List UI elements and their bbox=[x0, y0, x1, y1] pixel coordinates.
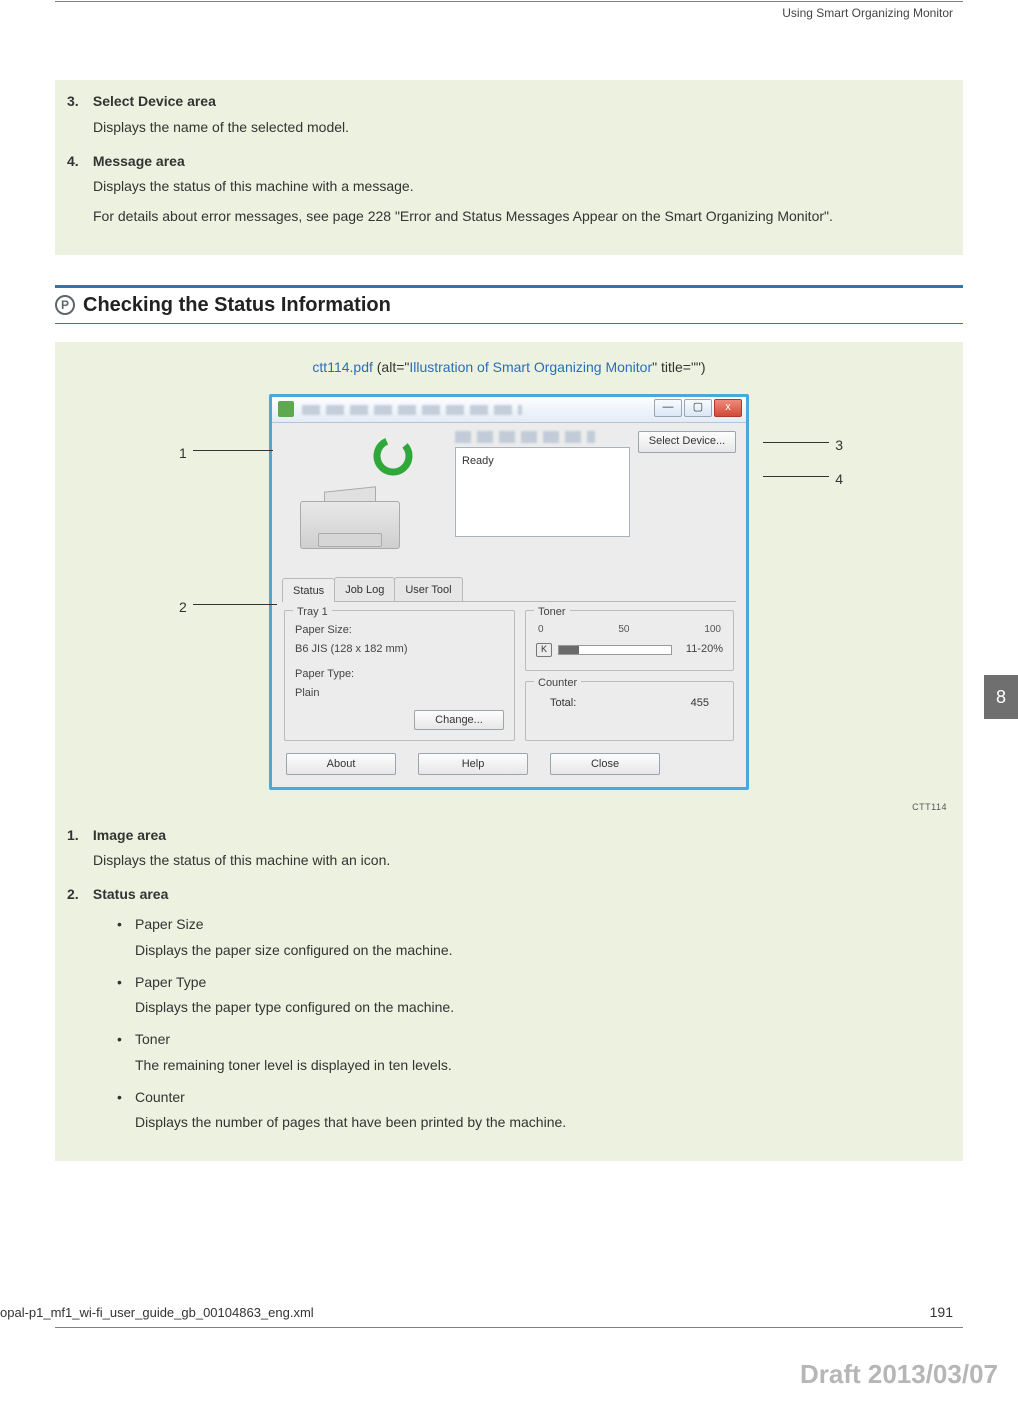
section-heading-text: Checking the Status Information bbox=[83, 294, 391, 317]
caption-alt-link[interactable]: Illustration of Smart Organizing Monitor bbox=[409, 359, 652, 375]
section-heading: P Checking the Status Information bbox=[55, 285, 963, 324]
tray1-legend: Tray 1 bbox=[293, 603, 332, 622]
bullet-body: The remaining toner level is displayed i… bbox=[135, 1054, 951, 1078]
definition-box-top: 3. Select Device area Displays the name … bbox=[55, 80, 963, 255]
list-item: Paper Size Displays the paper size confi… bbox=[117, 913, 951, 963]
def-num: 3. bbox=[67, 90, 89, 114]
source-file-name: opal-p1_mf1_wi-fi_user_guide_gb_00104863… bbox=[0, 1305, 314, 1320]
figure-wrap: 1 2 3 4 bbox=[189, 394, 829, 790]
bullet-body: Displays the paper size configured on th… bbox=[135, 939, 951, 963]
page-number: 191 bbox=[930, 1304, 953, 1320]
def-body: Displays the status of this machine with… bbox=[93, 849, 951, 873]
window-titlebar: — ▢ x bbox=[272, 397, 746, 423]
def-body: Displays the status of this machine with… bbox=[93, 175, 951, 199]
select-device-button[interactable]: Select Device... bbox=[638, 431, 736, 453]
bullet-body: Displays the paper type configured on th… bbox=[135, 996, 951, 1020]
callout-2: 2 bbox=[179, 596, 187, 620]
bullet-title: Counter bbox=[135, 1089, 185, 1105]
paper-type-label: Paper Type: bbox=[295, 665, 504, 684]
footer-rule bbox=[55, 1327, 963, 1328]
toner-legend: Toner bbox=[534, 603, 570, 622]
toner-percent: 11-20% bbox=[686, 640, 723, 659]
callout-3: 3 bbox=[835, 434, 843, 458]
image-area bbox=[282, 431, 447, 561]
window-title-blurred bbox=[302, 405, 522, 415]
counter-total-value: 455 bbox=[691, 694, 709, 713]
bullet-title: Paper Size bbox=[135, 916, 203, 932]
toner-cartridge-icon: K bbox=[536, 643, 552, 657]
message-text: Ready bbox=[462, 455, 494, 467]
draft-watermark: Draft 2013/03/07 bbox=[800, 1359, 998, 1390]
maximize-button[interactable]: ▢ bbox=[684, 399, 712, 417]
def-title: Select Device area bbox=[93, 93, 216, 109]
callout-label: 3 bbox=[835, 437, 843, 453]
help-button[interactable]: Help bbox=[418, 753, 528, 775]
bullet-body: Displays the number of pages that have b… bbox=[135, 1111, 951, 1135]
caption-text: " title="") bbox=[652, 359, 705, 375]
def-num: 2. bbox=[67, 883, 89, 907]
def-title: Status area bbox=[93, 886, 168, 902]
header-rule bbox=[55, 1, 963, 2]
def-title: Message area bbox=[93, 153, 185, 169]
toner-scale-50: 50 bbox=[618, 621, 629, 638]
toner-scale-100: 100 bbox=[704, 621, 721, 638]
caption-text: (alt=" bbox=[373, 359, 409, 375]
close-button[interactable]: Close bbox=[550, 753, 660, 775]
bullet-title: Paper Type bbox=[135, 974, 206, 990]
counter-legend: Counter bbox=[534, 674, 581, 693]
close-window-button[interactable]: x bbox=[714, 399, 742, 417]
def-title: Image area bbox=[93, 827, 166, 843]
toner-scale-0: 0 bbox=[538, 621, 544, 638]
caption-file-link[interactable]: ctt114.pdf bbox=[312, 359, 372, 375]
list-item: Counter Displays the number of pages tha… bbox=[117, 1086, 951, 1136]
counter-total-label: Total: bbox=[550, 694, 576, 713]
status-ring-icon bbox=[372, 435, 414, 477]
som-screenshot: — ▢ x bbox=[269, 394, 749, 790]
callout-1: 1 bbox=[179, 442, 187, 466]
callout-label: 1 bbox=[179, 445, 187, 461]
callout-label: 2 bbox=[179, 599, 187, 615]
counter-group: Counter Total: 455 bbox=[525, 681, 734, 741]
tab-job-log[interactable]: Job Log bbox=[334, 577, 395, 602]
paper-type-value: Plain bbox=[295, 684, 504, 703]
minimize-button[interactable]: — bbox=[654, 399, 682, 417]
figure-box: ctt114.pdf (alt="Illustration of Smart O… bbox=[55, 342, 963, 1161]
running-head: Using Smart Organizing Monitor bbox=[782, 6, 953, 20]
paper-size-label: Paper Size: bbox=[295, 621, 504, 640]
app-icon bbox=[278, 401, 294, 417]
device-name-blurred bbox=[455, 431, 595, 443]
list-item: Paper Type Displays the paper type confi… bbox=[117, 971, 951, 1021]
figure-caption: ctt114.pdf (alt="Illustration of Smart O… bbox=[67, 356, 951, 380]
def-num: 1. bbox=[67, 824, 89, 848]
def-body: Displays the name of the selected model. bbox=[93, 116, 951, 140]
figure-id: CTT114 bbox=[67, 800, 951, 815]
bullet-title: Toner bbox=[135, 1031, 170, 1047]
change-button[interactable]: Change... bbox=[414, 710, 504, 730]
tray1-group: Tray 1 Paper Size: B6 JIS (128 x 182 mm)… bbox=[284, 610, 515, 741]
p-badge-icon: P bbox=[55, 295, 75, 315]
toner-bar bbox=[558, 645, 672, 655]
message-area: Ready bbox=[455, 447, 630, 537]
tab-status[interactable]: Status bbox=[282, 578, 335, 603]
paper-size-value: B6 JIS (128 x 182 mm) bbox=[295, 640, 504, 659]
callout-4: 4 bbox=[835, 468, 843, 492]
tab-user-tool[interactable]: User Tool bbox=[394, 577, 462, 602]
list-item: Toner The remaining toner level is displ… bbox=[117, 1028, 951, 1078]
def-body: For details about error messages, see pa… bbox=[93, 205, 951, 229]
printer-icon bbox=[292, 481, 412, 561]
callout-label: 4 bbox=[835, 471, 843, 487]
chapter-tab: 8 bbox=[984, 675, 1018, 719]
def-num: 4. bbox=[67, 150, 89, 174]
tab-bar: Status Job Log User Tool bbox=[282, 577, 736, 603]
about-button[interactable]: About bbox=[286, 753, 396, 775]
toner-group: Toner 0 50 100 K 11-20 bbox=[525, 610, 734, 670]
